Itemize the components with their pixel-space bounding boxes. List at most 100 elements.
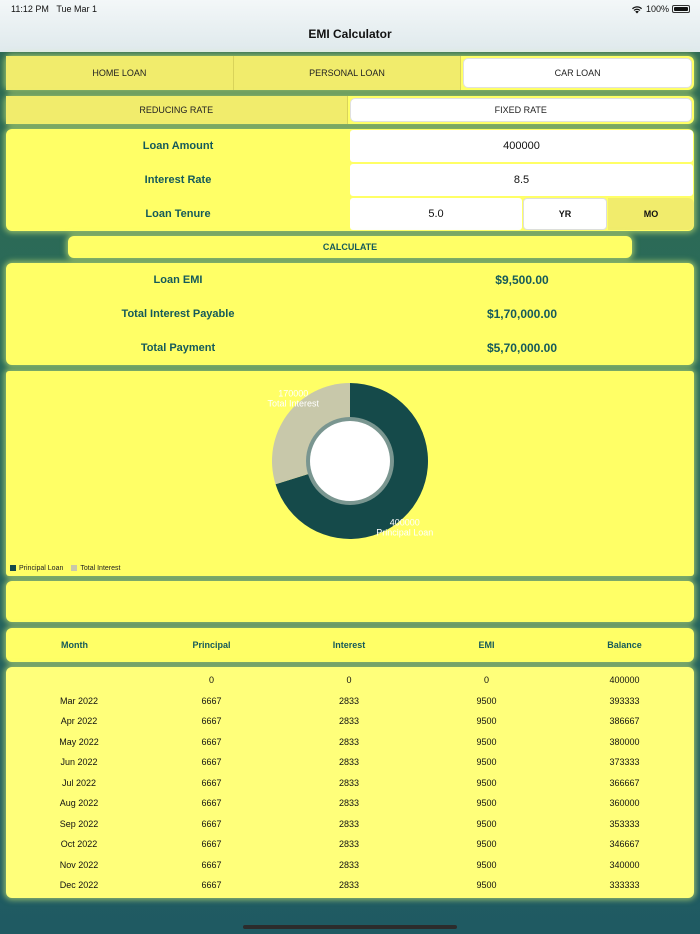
status-time: 11:12 PM xyxy=(11,4,49,14)
cell-balance: 400000 xyxy=(609,675,640,685)
total-payment-label: Total Payment xyxy=(140,342,216,354)
table-row: Apr 2022 6667 2833 9500 386667 xyxy=(6,712,694,732)
loan-form: Loan Amount 400000 Interest Rate 8.5 Loa… xyxy=(6,129,694,231)
tab-home-loan[interactable]: HOME LOAN xyxy=(6,56,234,90)
cell-balance: 380000 xyxy=(609,736,640,747)
pie-category-label: Principal Loan xyxy=(376,527,433,537)
column-header-principal: Principal xyxy=(192,640,231,650)
cell-balance: 366667 xyxy=(609,777,640,788)
cell-interest: 2833 xyxy=(338,716,360,726)
cell-month: Mar 2022 xyxy=(59,695,99,706)
loan-tenure-row: Loan Tenure 5.0 YR MO xyxy=(6,197,694,231)
home-indicator[interactable] xyxy=(243,925,457,929)
cell-interest: 2833 xyxy=(338,818,360,829)
schedule-table[interactable]: 0 0 0 400000 Mar 2022 6667 2833 9500 393333 Apr 2… xyxy=(6,667,694,898)
cell-emi: 9500 xyxy=(476,777,497,788)
cell-month: Nov 2022 xyxy=(59,859,99,870)
cell-balance: 393333 xyxy=(609,695,640,706)
column-header-interest: Interest xyxy=(332,640,366,650)
cell-emi: 9500 xyxy=(476,839,497,849)
cell-principal: 6667 xyxy=(201,880,222,890)
page-title: EMI Calculator xyxy=(308,27,392,41)
column-header-month: Month xyxy=(61,640,88,650)
cell-month: Oct 2022 xyxy=(60,839,98,849)
loan-tenure-input[interactable]: 5.0 xyxy=(350,198,522,230)
cell-emi: 9500 xyxy=(476,736,497,747)
wifi-icon xyxy=(631,5,642,13)
chart-panel: 400000 Principal Loan 170000 Total Interest… xyxy=(6,371,694,576)
cell-interest: 2833 xyxy=(338,839,360,849)
cell-balance: 333333 xyxy=(609,880,640,890)
tab-reducing-rate[interactable]: REDUCING RATE xyxy=(6,96,348,124)
cell-principal: 6667 xyxy=(201,859,222,870)
cell-principal: 6667 xyxy=(201,818,222,829)
tenure-unit-year-button[interactable]: YR xyxy=(523,198,607,230)
cell-month: Aug 2022 xyxy=(59,798,99,808)
cell-emi: 0 xyxy=(483,675,489,685)
cell-emi: 9500 xyxy=(476,859,497,870)
legend-item-interest: Total Interest xyxy=(71,565,120,572)
total-interest-row: Total Interest Payable $1,70,000.00 xyxy=(6,297,694,331)
cell-emi: 9500 xyxy=(476,818,497,829)
table-row: Jul 2022 6667 2833 9500 366667 xyxy=(6,774,694,794)
empty-panel xyxy=(6,581,694,622)
cell-balance: 346667 xyxy=(609,839,640,849)
results-panel: Loan EMI $9,500.00 Total Interest Payabl… xyxy=(6,263,694,365)
table-row: Nov 2022 6667 2833 9500 340000 xyxy=(6,856,694,876)
total-interest-label: Total Interest Payable xyxy=(121,308,235,320)
calculate-button[interactable]: CALCULATE xyxy=(68,236,632,258)
table-row: 0 0 0 400000 xyxy=(6,671,694,691)
pie-category-label: Total Interest xyxy=(268,399,320,409)
loan-amount-label: Loan Amount xyxy=(142,140,214,152)
loan-amount-input[interactable]: 400000 xyxy=(350,130,693,162)
table-row: Jun 2022 6667 2833 9500 373333 xyxy=(6,753,694,773)
loan-amount-row: Loan Amount 400000 xyxy=(6,129,694,163)
cell-balance: 386667 xyxy=(609,716,640,726)
cell-interest: 2833 xyxy=(338,777,360,788)
tab-fixed-rate[interactable]: FIXED RATE xyxy=(349,98,692,122)
cell-principal: 6667 xyxy=(201,716,222,726)
table-row: Oct 2022 6667 2833 9500 346667 xyxy=(6,835,694,855)
tab-car-loan[interactable]: CAR LOAN xyxy=(463,58,693,88)
cell-balance: 353333 xyxy=(609,818,640,829)
legend-swatch-interest xyxy=(71,565,78,572)
cell-interest: 2833 xyxy=(338,736,360,747)
cell-interest: 2833 xyxy=(338,757,360,767)
table-row: Dec 2022 6667 2833 9500 333333 xyxy=(6,876,694,896)
cell-principal: 6667 xyxy=(201,736,222,747)
total-interest-value: $1,70,000.00 xyxy=(486,307,558,321)
total-payment-row: Total Payment $5,70,000.00 xyxy=(6,331,694,365)
cell-balance: 340000 xyxy=(609,859,640,870)
legend-swatch-principal xyxy=(10,565,16,572)
cell-interest: 0 xyxy=(346,675,352,685)
schedule-header: Month Principal Interest EMI Balance xyxy=(6,628,694,662)
cell-month: Apr 2022 xyxy=(60,716,98,726)
cell-emi: 9500 xyxy=(476,757,497,767)
cell-emi: 9500 xyxy=(476,695,497,706)
cell-principal: 6667 xyxy=(201,757,222,767)
interest-rate-input[interactable]: 8.5 xyxy=(350,164,693,196)
cell-month: Jun 2022 xyxy=(60,757,98,767)
pie-value-label: 170000 xyxy=(278,389,308,399)
table-row: Sep 2022 6667 2833 9500 353333 xyxy=(6,815,694,835)
loan-type-selector: HOME LOAN PERSONAL LOAN CAR LOAN xyxy=(6,56,694,90)
pie-value-label: 400000 xyxy=(390,517,420,527)
cell-principal: 6667 xyxy=(201,777,222,788)
cell-balance: 360000 xyxy=(609,798,640,808)
cell-principal: 6667 xyxy=(201,839,222,849)
table-row: May 2022 6667 2833 9500 380000 xyxy=(6,733,694,753)
table-row: Aug 2022 6667 2833 9500 360000 xyxy=(6,794,694,814)
loan-emi-row: Loan EMI $9,500.00 xyxy=(6,263,694,297)
cell-interest: 2833 xyxy=(338,798,360,808)
cell-emi: 9500 xyxy=(476,880,497,890)
legend-label-principal: Principal Loan xyxy=(19,565,64,572)
legend-label-interest: Total Interest xyxy=(80,565,121,572)
interest-rate-row: Interest Rate 8.5 xyxy=(6,163,694,197)
battery-percent: 100% xyxy=(645,4,669,14)
cell-month: Jul 2022 xyxy=(61,777,97,788)
cell-month: Sep 2022 xyxy=(59,818,99,829)
tenure-unit-month-button[interactable]: MO xyxy=(608,198,694,230)
cell-emi: 9500 xyxy=(476,798,497,808)
tab-personal-loan[interactable]: PERSONAL LOAN xyxy=(233,56,462,90)
status-date: Tue Mar 1 xyxy=(56,4,98,14)
